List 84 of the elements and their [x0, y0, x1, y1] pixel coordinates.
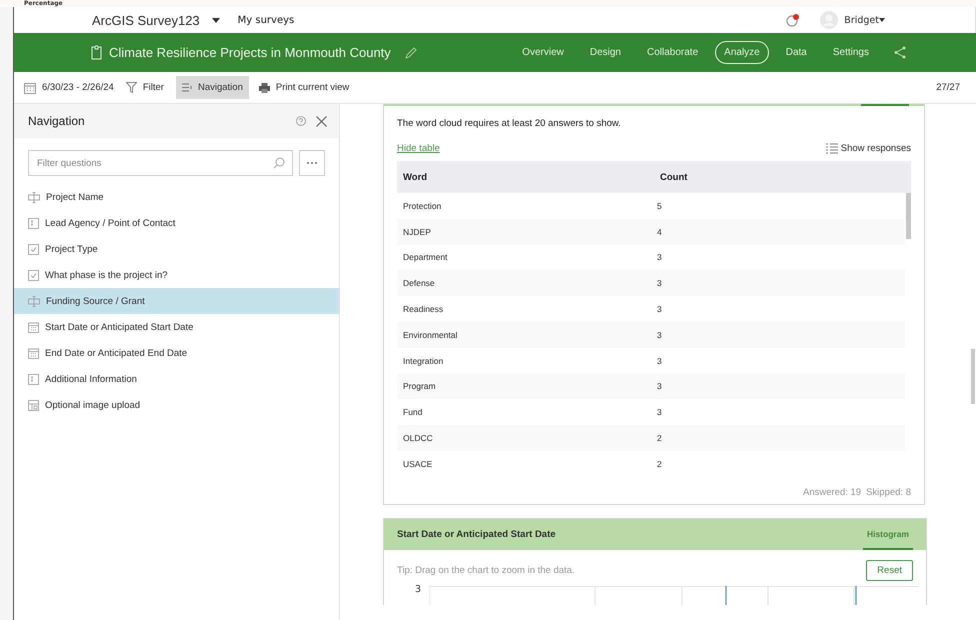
- question-title: Start Date or Anticipated Start Date: [397, 529, 556, 540]
- notification-icon[interactable]: [786, 13, 800, 27]
- text-field-icon: [28, 192, 40, 202]
- nav-tab[interactable]: Design: [580, 41, 630, 64]
- question-item[interactable]: Project Name: [14, 184, 339, 210]
- checkbox-icon: [28, 270, 39, 280]
- date-range[interactable]: 6/30/23 - 2/26/24: [42, 82, 114, 93]
- user-menu[interactable]: Bridget: [844, 14, 879, 26]
- table-cell-text: 3: [656, 278, 663, 288]
- question-item[interactable]: Additional Information: [14, 366, 339, 392]
- calendar-icon: [28, 322, 39, 332]
- answered-count: Answered: 19: [803, 487, 862, 498]
- table-cell-text: Environmental: [402, 330, 458, 340]
- survey-title: Climate Resilience Projects in Monmouth County: [109, 45, 391, 60]
- table-cell-text: 3: [656, 252, 663, 262]
- nav-tab[interactable]: Analyze: [715, 41, 769, 64]
- table-cell-text: 2: [656, 433, 663, 444]
- table-cell-text: 3: [656, 356, 663, 366]
- tip-text: Tip: Drag on the chart to zoom in the data.: [397, 565, 575, 576]
- text-area-icon: [28, 218, 39, 228]
- app-title[interactable]: ArcGIS Survey123: [92, 12, 200, 28]
- text-area-icon: [28, 374, 39, 384]
- table-cell-text: 3: [656, 407, 663, 418]
- info-text: The word cloud requires at least 20 answers to show.: [397, 118, 622, 129]
- table-cell-text: Defense: [402, 278, 436, 288]
- calendar-icon: [28, 348, 39, 358]
- question-item[interactable]: Lead Agency / Point of Contact: [14, 210, 339, 236]
- table-cell-text: 2: [656, 458, 663, 469]
- table-cell-text: OLDCC: [402, 433, 434, 444]
- table-cell-text: 3: [656, 381, 663, 392]
- table-cell-text: NJDEP: [402, 226, 432, 237]
- printer-icon[interactable]: [258, 82, 270, 92]
- show-responses-button[interactable]: Show responses: [826, 142, 911, 154]
- table-cell-text: Fund: [402, 407, 424, 418]
- table-cell-text: 3: [656, 304, 663, 314]
- caret-icon[interactable]: [212, 18, 220, 22]
- question-item[interactable]: Project Type: [14, 236, 339, 262]
- scrollbar-thumb[interactable]: [971, 349, 975, 404]
- question-item[interactable]: Optional image upload: [14, 392, 339, 418]
- search-icon[interactable]: [273, 157, 285, 169]
- column-header[interactable]: Word: [397, 172, 654, 182]
- calendar-icon[interactable]: [24, 82, 36, 94]
- filter-button[interactable]: Filter: [142, 82, 164, 93]
- print-button[interactable]: Print current view: [276, 82, 350, 93]
- question-item[interactable]: Start Date or Anticipated Start Date: [14, 314, 339, 340]
- search-field[interactable]: Filter questions: [28, 150, 293, 176]
- clipboard-icon: [90, 45, 103, 60]
- skipped-count: Skipped: 8: [866, 487, 911, 498]
- table-cell-text: USACE: [402, 458, 434, 469]
- nav-tab[interactable]: Collaborate: [638, 41, 708, 64]
- column-header[interactable]: Count: [654, 172, 911, 182]
- question-item[interactable]: What phase is the project in?: [14, 262, 339, 288]
- table-cell-text: Readiness: [402, 304, 444, 314]
- more-button[interactable]: [299, 150, 325, 176]
- table-cell-text: Department: [402, 252, 448, 262]
- close-icon[interactable]: [316, 116, 327, 126]
- filter-icon[interactable]: [126, 82, 137, 93]
- reset-button[interactable]: Reset: [866, 560, 913, 581]
- table-cell-text: Program: [402, 381, 437, 392]
- question-item[interactable]: End Date or Anticipated End Date: [14, 340, 339, 366]
- text-field-icon: [28, 296, 40, 306]
- panel-title: Navigation: [28, 114, 85, 128]
- nav-tab[interactable]: Overview: [513, 41, 573, 64]
- list-icon: [826, 142, 838, 154]
- nav-tab[interactable]: Data: [776, 41, 816, 64]
- question-item[interactable]: Funding Source / Grant: [14, 288, 339, 314]
- caret-icon[interactable]: [879, 18, 885, 22]
- checkbox-icon: [28, 244, 39, 254]
- my-surveys-link[interactable]: My surveys: [238, 14, 294, 26]
- table-cell-text: Protection: [402, 200, 442, 211]
- list-icon: [182, 83, 193, 92]
- image-icon: [28, 400, 39, 410]
- table-cell-text: 5: [656, 200, 663, 211]
- table-cell-text: 4: [656, 226, 663, 237]
- table-cell-text: 3: [656, 330, 663, 340]
- response-count: 27/27: [936, 82, 960, 93]
- scrollbar-thumb[interactable]: [906, 193, 911, 239]
- pencil-icon[interactable]: [404, 46, 417, 58]
- help-icon[interactable]: [296, 116, 306, 126]
- axis-tick-label: 3: [415, 585, 422, 595]
- table-cell-text: Integration: [402, 356, 444, 366]
- nav-tab[interactable]: Settings: [824, 41, 878, 64]
- share-icon[interactable]: [894, 46, 906, 59]
- navigation-button[interactable]: Navigation: [176, 76, 249, 99]
